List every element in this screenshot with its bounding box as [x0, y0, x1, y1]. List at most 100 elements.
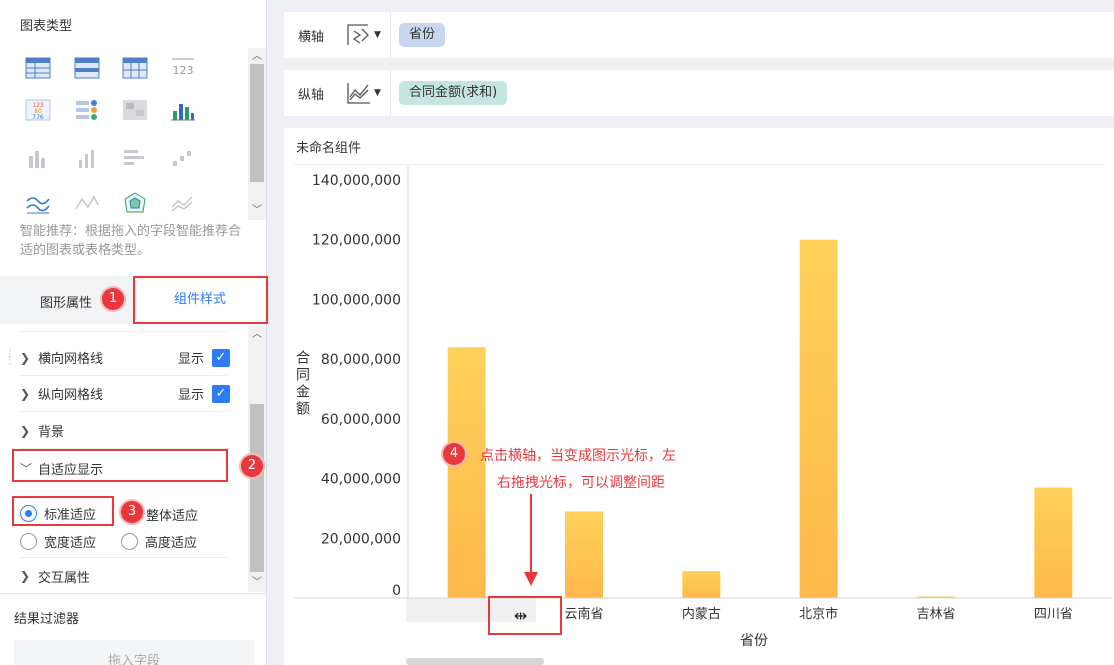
prop-label: 纵向网格线	[38, 388, 104, 403]
y-axis-ticks: 0 20,000,000 40,000,000 60,000,000 80,000,00…	[312, 173, 401, 599]
table-icon[interactable]	[25, 56, 51, 80]
step-badge-2: 2	[241, 455, 263, 477]
waterfall-icon[interactable]	[170, 146, 196, 170]
prop-label: 背景	[38, 425, 65, 440]
bar-horizontal-icon[interactable]	[122, 146, 148, 170]
chart-widget[interactable]: 未命名组件 0 20,000,000 40,000,000 60,000,000 80,…	[284, 128, 1114, 665]
drag-handle-icon[interactable]: ⋮ ⋮	[5, 350, 15, 366]
y-tick-label: 60,000,000	[321, 412, 401, 428]
drop-field-zone[interactable]: 拖入字段	[14, 640, 254, 665]
chevron-right-icon: ❯	[20, 350, 31, 365]
dropdown-arrow-icon[interactable]: ▼	[374, 30, 390, 40]
bar-3[interactable]	[799, 239, 838, 598]
x-tick-label[interactable]: 云南省	[564, 606, 603, 622]
radio-label: 高度适应	[145, 536, 198, 551]
x-axis-field-pill[interactable]: 省份	[399, 23, 446, 47]
dropdown-arrow-icon[interactable]: ▼	[374, 88, 390, 98]
kpi-number-icon[interactable]: 123	[170, 56, 196, 80]
bar-2[interactable]	[682, 571, 721, 598]
chart-type-scrollbar[interactable]: ︿ ﹀	[248, 48, 266, 220]
column-chart-icon[interactable]	[74, 146, 100, 170]
highlight-box-component-style	[133, 276, 268, 324]
radio-height-fit[interactable]: 高度适应	[121, 532, 197, 551]
resize-cursor-icon: ⇹	[514, 606, 528, 625]
kpi-list-icon[interactable]	[74, 98, 100, 122]
y-tick-label: 20,000,000	[321, 531, 401, 547]
chart-horizontal-scrollbar[interactable]	[406, 658, 544, 665]
y-axis-title: 合同金额	[296, 351, 310, 418]
radio-dot[interactable]	[121, 533, 138, 550]
scrollbar-thumb[interactable]	[250, 404, 264, 572]
scroll-down-icon[interactable]: ﹀	[252, 578, 262, 588]
bar-chart: 0 20,000,000 40,000,000 60,000,000 80,000,00…	[294, 166, 1112, 665]
x-tick-label[interactable]: 四川省	[1034, 607, 1073, 622]
area-line-icon[interactable]	[74, 191, 100, 215]
y-tick-label: 0	[392, 583, 401, 599]
step-badge-3: 3	[121, 501, 143, 523]
radar-chart-icon[interactable]	[122, 191, 148, 215]
prop-value: 显示	[177, 388, 204, 403]
prop-row-h-gridline[interactable]: ❯ 横向网格线 显示 ✓	[20, 340, 230, 376]
scroll-down-icon[interactable]: ﹀	[252, 206, 262, 216]
multi-bar-icon[interactable]	[170, 98, 196, 122]
v-gridline-checkbox[interactable]: ✓	[212, 384, 230, 403]
y-tick-label: 80,000,000	[321, 352, 401, 368]
radio-label: 宽度适应	[44, 536, 97, 551]
prop-label: 横向网格线	[38, 352, 104, 367]
chevron-right-icon: ❯	[20, 569, 31, 583]
divider	[390, 12, 391, 58]
bar-0[interactable]	[447, 347, 486, 598]
y-axis-chart-icon[interactable]	[346, 81, 372, 105]
radio-overall-fit[interactable]: 整体适应	[146, 505, 198, 524]
x-tick-label[interactable]: 内蒙古	[682, 606, 721, 622]
step-badge-1: 1	[102, 288, 124, 310]
svg-text:123: 123	[173, 64, 194, 77]
scroll-up-icon[interactable]: ︿	[252, 52, 262, 62]
radio-width-fit[interactable]: 宽度适应	[20, 532, 96, 551]
divider	[0, 593, 266, 594]
scroll-up-icon[interactable]: ︿	[252, 330, 262, 340]
x-tick-label[interactable]: 北京市	[799, 606, 838, 622]
partial-row	[20, 324, 230, 332]
annotation-note-line1: 点击横轴，当变成图示光标，左	[480, 448, 676, 464]
prop-value: 显示	[177, 352, 204, 367]
y-tick-label: 100,000,000	[312, 292, 401, 308]
radio-dot[interactable]	[20, 533, 37, 550]
highlight-box-adaptive	[12, 449, 228, 482]
y-axis-label: 纵轴	[298, 87, 325, 103]
scrollbar-thumb[interactable]	[250, 64, 264, 182]
y-tick-label: 40,000,000	[321, 472, 401, 488]
line-chart-icon[interactable]	[25, 191, 51, 215]
left-panel: 图表类型 123 123 80 776 ︿ ﹀ 智能推荐：根据拖入的字段智能推荐合适…	[0, 0, 267, 665]
svg-text:776: 776	[32, 114, 44, 121]
x-axis-chart-icon[interactable]	[346, 23, 372, 47]
indicator-card-icon[interactable]: 12380776	[25, 98, 51, 122]
highlight-box-standard-fit	[12, 496, 114, 526]
bar-5[interactable]	[1034, 487, 1073, 598]
chart-types-title: 图表类型	[20, 19, 73, 34]
x-axis-label: 横轴	[298, 29, 325, 45]
h-gridline-checkbox[interactable]: ✓	[212, 348, 230, 367]
y-axis-row: 纵轴 ▼ 合同金额(求和)	[284, 70, 1114, 116]
step-badge-4: 4	[443, 443, 465, 465]
multi-line-icon[interactable]	[170, 191, 196, 215]
prop-label: 交互属性	[38, 570, 91, 586]
prop-row-background[interactable]: ❯ 背景	[20, 413, 230, 449]
bar-1[interactable]	[565, 511, 603, 598]
result-filter-title: 结果过滤器	[14, 612, 80, 627]
prop-row-v-gridline[interactable]: ❯ 纵向网格线 显示 ✓	[20, 376, 230, 412]
prop-row-interaction[interactable]: ❯ 交互属性	[20, 558, 230, 594]
cross-table-icon[interactable]	[122, 56, 148, 80]
y-axis-field-pill[interactable]: 合同金额(求和)	[399, 81, 508, 105]
smart-recommend-tip: 智能推荐：根据拖入的字段智能推荐合适的图表或表格类型。	[20, 224, 242, 258]
group-table-icon[interactable]	[74, 56, 100, 80]
tab-graphic-properties[interactable]: 图形属性	[40, 292, 92, 311]
chevron-right-icon: ❯	[20, 423, 31, 438]
x-tick-label[interactable]: 吉林省	[916, 607, 955, 622]
heatmap-icon[interactable]	[122, 98, 148, 122]
stacked-bar-icon[interactable]	[25, 146, 51, 170]
y-tick-label: 120,000,000	[312, 233, 401, 249]
x-axis-row: 横轴 ▼ 省份	[284, 12, 1114, 58]
x-axis-title: 省份	[740, 633, 768, 649]
divider	[390, 70, 391, 116]
